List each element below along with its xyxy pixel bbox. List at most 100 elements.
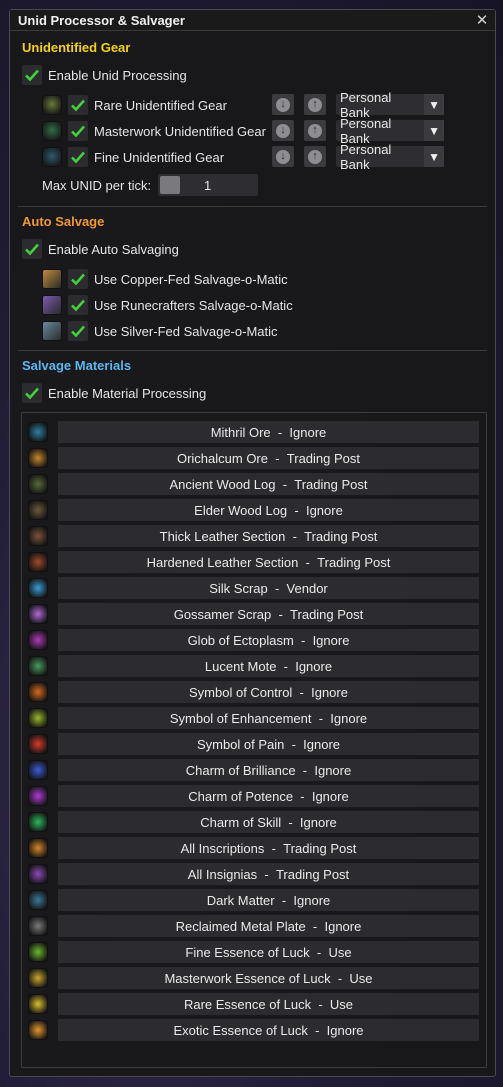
material-action-button[interactable]: Rare Essence of Luck - Use — [58, 993, 479, 1015]
material-action: Use — [349, 970, 373, 986]
salvage-kit-row[interactable]: Use Silver-Fed Salvage-o-Matic — [42, 320, 278, 342]
material-action-button[interactable]: Gossamer Scrap - Trading Post — [58, 603, 479, 625]
unid-section-header: Unidentified Gear — [22, 40, 131, 55]
material-action-button[interactable]: Mithril Ore - Ignore — [58, 421, 479, 443]
move-down-button[interactable]: ↓ — [272, 94, 294, 115]
unid-gear-label: Masterwork Unidentified Gear — [94, 123, 266, 139]
enable-unid-checkbox[interactable] — [22, 65, 42, 85]
material-action-button[interactable]: Symbol of Control - Ignore — [58, 681, 479, 703]
max-unid-stepper[interactable]: 1 — [158, 174, 258, 196]
processor-window: Unid Processor & Salvager ✕ Unidentified… — [9, 9, 496, 1077]
material-row: Charm of Brilliance - Ignore — [28, 759, 484, 781]
material-name: Symbol of Enhancement — [169, 710, 312, 726]
material-action-button[interactable]: Hardened Leather Section - Trading Post — [58, 551, 479, 573]
destination-dropdown[interactable]: Personal Bank ▼ — [336, 142, 444, 172]
material-action-button[interactable]: Symbol of Enhancement - Ignore — [58, 707, 479, 729]
arrow-up-icon: ↑ — [308, 97, 322, 112]
material-action-button[interactable]: Fine Essence of Luck - Use — [58, 941, 479, 963]
material-action-button[interactable]: Elder Wood Log - Ignore — [58, 499, 479, 521]
material-name: Symbol of Pain — [196, 736, 285, 752]
material-action-button[interactable]: All Insignias - Trading Post — [58, 863, 479, 885]
material-action: Trading Post — [290, 606, 364, 622]
unid-gear-checkbox[interactable] — [68, 95, 88, 115]
materials-list[interactable]: Mithril Ore - Ignore Orichalcum Ore - Tr… — [21, 412, 487, 1068]
enable-unid-label: Enable Unid Processing — [48, 67, 187, 83]
material-name: Lucent Mote — [204, 658, 277, 674]
material-action-button[interactable]: Glob of Ectoplasm - Ignore — [58, 629, 479, 651]
salvage-kit-row[interactable]: Use Copper-Fed Salvage-o-Matic — [42, 268, 288, 290]
max-unid-row: Max UNID per tick: — [42, 174, 151, 196]
move-up-button[interactable]: ↑ — [304, 120, 326, 141]
salvage-kit-label: Use Copper-Fed Salvage-o-Matic — [94, 271, 288, 287]
material-row: Charm of Skill - Ignore — [28, 811, 484, 833]
move-down-button[interactable]: ↓ — [272, 146, 294, 167]
material-name: Hardened Leather Section — [146, 554, 299, 570]
material-action-button[interactable]: Charm of Potence - Ignore — [58, 785, 479, 807]
material-action: Ignore — [305, 502, 343, 518]
salvage-kit-checkbox[interactable] — [68, 295, 88, 315]
insignias-icon — [28, 864, 48, 884]
enable-unid-row[interactable]: Enable Unid Processing — [22, 64, 187, 86]
unid-gear-row[interactable]: Rare Unidentified Gear — [42, 94, 227, 116]
elder-wood-log-icon — [28, 500, 48, 520]
material-row: All Inscriptions - Trading Post — [28, 837, 484, 859]
material-action-button[interactable]: Symbol of Pain - Ignore — [58, 733, 479, 755]
material-action-button[interactable]: All Inscriptions - Trading Post — [58, 837, 479, 859]
move-up-button[interactable]: ↑ — [304, 146, 326, 167]
material-action-button[interactable]: Charm of Skill - Ignore — [58, 811, 479, 833]
move-up-button[interactable]: ↑ — [304, 94, 326, 115]
dropdown-arrow-icon[interactable]: ▼ — [424, 120, 444, 141]
title-bar[interactable]: Unid Processor & Salvager ✕ — [10, 10, 495, 31]
unid-gear-checkbox[interactable] — [68, 121, 88, 141]
unid-gear-row[interactable]: Masterwork Unidentified Gear — [42, 120, 266, 142]
material-name: Fine Essence of Luck — [185, 944, 310, 960]
runecrafter-salvage-icon — [42, 295, 62, 315]
charm-potence-icon — [28, 786, 48, 806]
material-action-button[interactable]: Exotic Essence of Luck - Ignore — [58, 1019, 479, 1041]
material-action-button[interactable]: Orichalcum Ore - Trading Post — [58, 447, 479, 469]
material-action-button[interactable]: Silk Scrap - Vendor — [58, 577, 479, 599]
stepper-knob[interactable] — [160, 176, 180, 194]
salvage-section-header: Auto Salvage — [22, 214, 105, 229]
unid-gear-row[interactable]: Fine Unidentified Gear — [42, 146, 224, 168]
material-action-button[interactable]: Dark Matter - Ignore — [58, 889, 479, 911]
material-action-button[interactable]: Charm of Brilliance - Ignore — [58, 759, 479, 781]
destination-dropdown[interactable]: Personal Bank ▼ — [336, 90, 444, 120]
material-row: Hardened Leather Section - Trading Post — [28, 551, 484, 573]
material-name: Glob of Ectoplasm — [187, 632, 294, 648]
divider — [18, 350, 487, 351]
dropdown-arrow-icon[interactable]: ▼ — [424, 94, 444, 115]
unid-gear-label: Fine Unidentified Gear — [94, 149, 225, 165]
material-action-button[interactable]: Thick Leather Section - Trading Post — [58, 525, 479, 547]
enable-materials-checkbox[interactable] — [22, 383, 42, 403]
material-action-button[interactable]: Reclaimed Metal Plate - Ignore — [58, 915, 479, 937]
window-title: Unid Processor & Salvager — [18, 12, 185, 28]
enable-salvage-row[interactable]: Enable Auto Salvaging — [22, 238, 179, 260]
rare-unid-gear-icon — [42, 95, 62, 115]
material-row: Mithril Ore - Ignore — [28, 421, 484, 443]
enable-salvage-checkbox[interactable] — [22, 239, 42, 259]
close-icon[interactable]: ✕ — [475, 12, 489, 29]
material-action: Vendor — [286, 580, 328, 596]
dropdown-arrow-icon[interactable]: ▼ — [424, 146, 444, 167]
material-name: Silk Scrap — [209, 580, 268, 596]
salvage-kit-checkbox[interactable] — [68, 269, 88, 289]
material-row: Exotic Essence of Luck - Ignore — [28, 1019, 484, 1041]
material-action: Use — [328, 944, 352, 960]
orichalcum-ore-icon — [28, 448, 48, 468]
masterwork-unid-gear-icon — [42, 121, 62, 141]
material-action-button[interactable]: Lucent Mote - Ignore — [58, 655, 479, 677]
ancient-wood-log-icon — [28, 474, 48, 494]
material-action: Trading Post — [317, 554, 391, 570]
material-action: Ignore — [326, 1022, 364, 1038]
salvage-kit-row[interactable]: Use Runecrafters Salvage-o-Matic — [42, 294, 293, 316]
destination-dropdown[interactable]: Personal Bank ▼ — [336, 116, 444, 146]
enable-materials-row[interactable]: Enable Material Processing — [22, 382, 206, 404]
material-row: Elder Wood Log - Ignore — [28, 499, 484, 521]
material-action-button[interactable]: Masterwork Essence of Luck - Use — [58, 967, 479, 989]
arrow-up-icon: ↑ — [308, 123, 322, 138]
material-action-button[interactable]: Ancient Wood Log - Trading Post — [58, 473, 479, 495]
salvage-kit-checkbox[interactable] — [68, 321, 88, 341]
move-down-button[interactable]: ↓ — [272, 120, 294, 141]
unid-gear-checkbox[interactable] — [68, 147, 88, 167]
